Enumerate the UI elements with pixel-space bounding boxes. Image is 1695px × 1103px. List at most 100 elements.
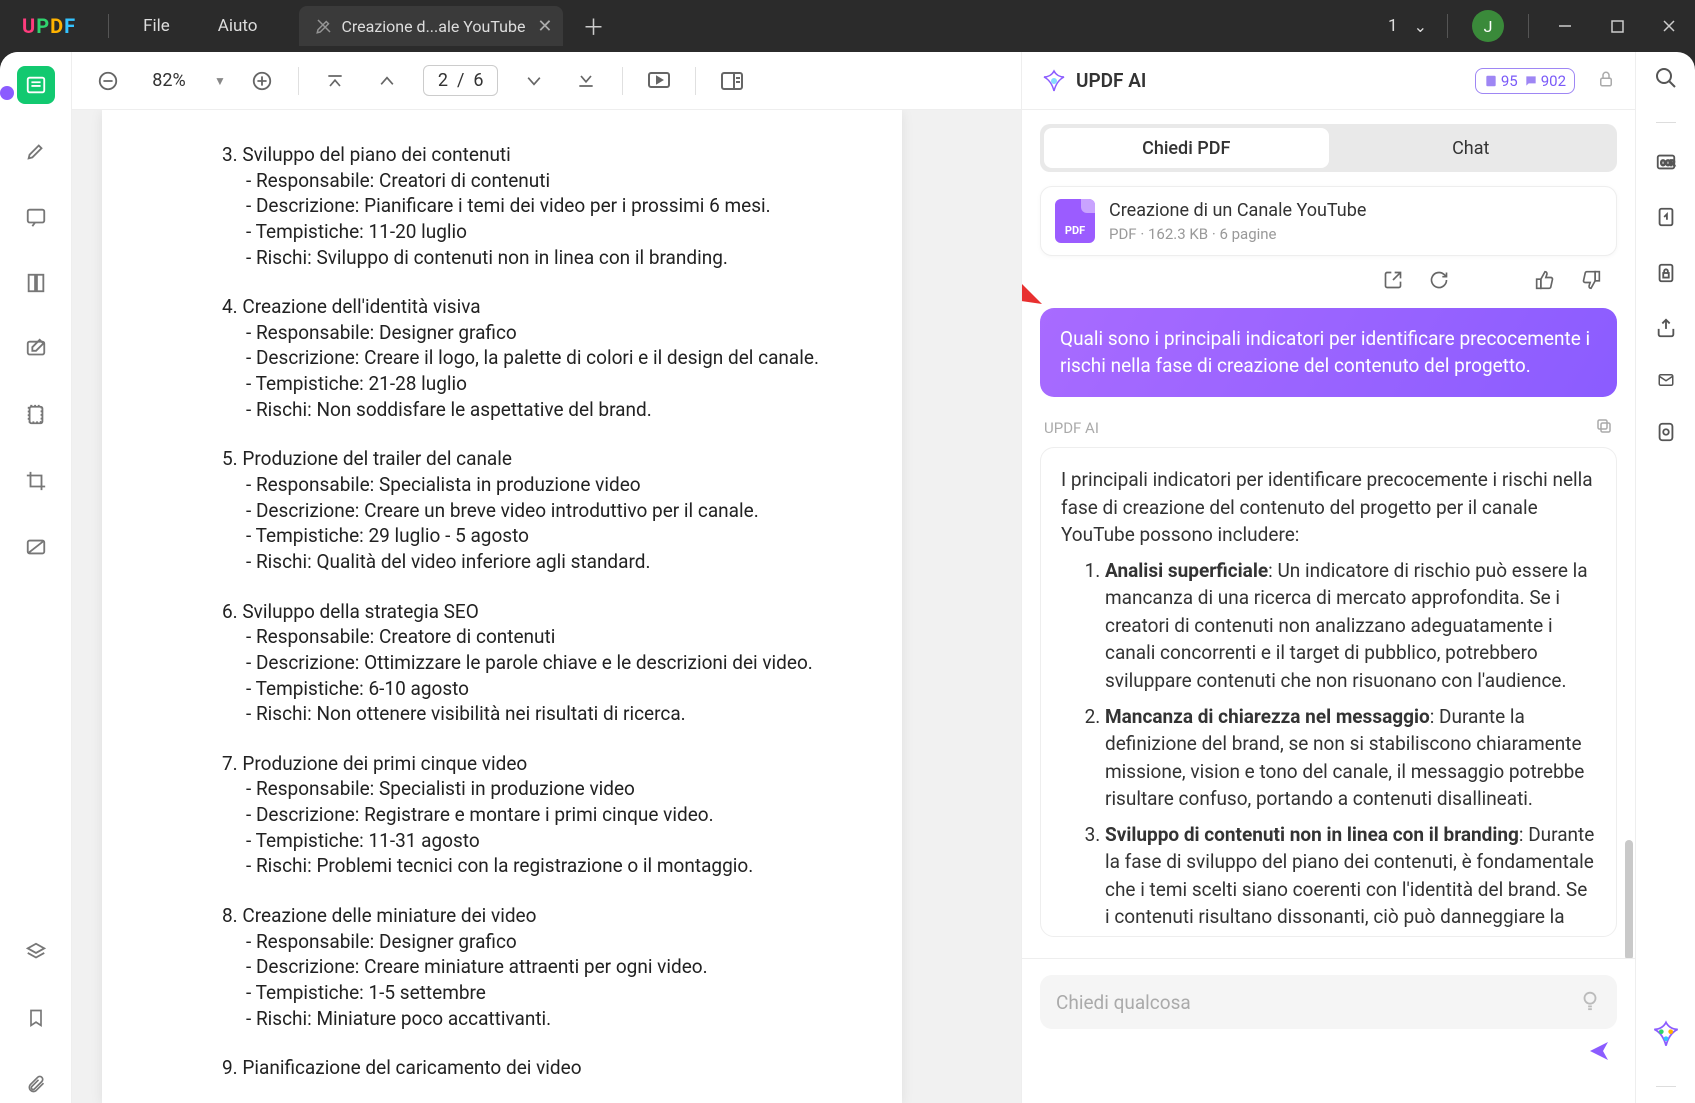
zoom-in-button[interactable] [246,65,278,97]
top-toolbar: 82% ▼ 2 / 6 [72,52,1021,110]
highlight-tool[interactable] [17,132,55,170]
chat-credit-icon [1524,74,1538,88]
section-line: - Descrizione: Creare un breve video int… [142,498,862,524]
ai-answer: I principali indicatori per identificare… [1040,447,1617,937]
section-line: - Responsabile: Designer grafico [142,929,862,955]
ai-input-field[interactable] [1056,991,1579,1014]
ai-scrollbar[interactable] [1625,840,1633,958]
export-icon[interactable] [1383,270,1403,294]
panel-toggle-button[interactable] [716,65,748,97]
page-tool[interactable] [17,264,55,302]
send-button[interactable] [1587,1039,1611,1067]
section-heading: 3. Sviluppo del piano dei contenuti [142,142,862,168]
answer-intro: I principali indicatori per identificare… [1061,466,1596,549]
ai-response-label: UPDF AI [1044,419,1099,437]
ai-panel: UPDF AI 95 902 Chiedi PDF Chat Creazione… [1021,52,1635,1103]
email-icon[interactable] [1655,371,1677,393]
copy-icon[interactable] [1595,417,1613,439]
updf-corner-logo-icon[interactable] [1652,1020,1680,1048]
layers-tool[interactable] [17,933,55,971]
tab-close-icon[interactable]: ✕ [537,16,552,37]
idea-icon[interactable] [1579,989,1601,1015]
page-indicator[interactable]: 2 / 6 [423,65,499,96]
presentation-button[interactable] [643,65,675,97]
section-line: - Descrizione: Creare miniature attraent… [142,954,862,980]
separator [108,14,109,38]
section-heading: 8. Creazione delle miniature dei video [142,903,862,929]
menu-file[interactable]: File [119,16,194,36]
zoom-level: 82% [144,70,194,91]
ai-title: UPDF AI [1076,69,1475,92]
user-avatar[interactable]: J [1472,10,1504,42]
section-line: - Descrizione: Pianificare i temi dei vi… [142,193,862,219]
doc-section: 9. Pianificazione del caricamento dei vi… [142,1055,862,1081]
last-page-button[interactable] [570,65,602,97]
crop-tool[interactable] [17,462,55,500]
document-page: 3. Sviluppo del piano dei contenuti- Res… [102,110,902,1103]
updf-ai-logo-icon [1042,69,1066,93]
left-toolbar [0,52,72,1103]
main-area: 82% ▼ 2 / 6 3. Sviluppo del piano dei co… [72,52,1021,1103]
mode-ask-pdf[interactable]: Chiedi PDF [1044,128,1329,168]
edge-indicator [0,86,14,100]
comment-tool[interactable] [17,198,55,236]
export-page-icon[interactable] [1655,205,1677,233]
forms-tool[interactable] [17,396,55,434]
section-line: - Tempistiche: 11-31 agosto [142,828,862,854]
section-line: - Responsabile: Creatore di contenuti [142,624,862,650]
section-line: - Tempistiche: 6-10 agosto [142,676,862,702]
document-viewer[interactable]: 3. Sviluppo del piano dei contenuti- Res… [72,110,1021,1103]
section-heading: 7. Produzione dei primi cinque video [142,751,862,777]
refresh-icon[interactable] [1429,270,1449,294]
answer-item: Mancanza di chiarezza nel messaggio: Dur… [1105,703,1596,813]
ocr-icon[interactable]: OCR [1654,151,1678,177]
menu-help[interactable]: Aiuto [194,16,282,36]
prev-page-button[interactable] [371,65,403,97]
ai-input-area [1022,958,1635,1103]
doc-section: 7. Produzione dei primi cinque video- Re… [142,751,862,879]
next-page-button[interactable] [518,65,550,97]
separator [1447,14,1448,38]
edit-tool[interactable] [17,330,55,368]
section-heading: 9. Pianificazione del caricamento dei vi… [142,1055,862,1081]
window-close-button[interactable] [1643,5,1695,47]
thumbs-down-icon[interactable] [1581,270,1601,294]
zoom-dropdown-icon[interactable]: ▼ [214,74,226,88]
no-edit-icon [315,17,333,35]
lock-icon[interactable] [1597,70,1615,92]
bookmark-tool[interactable] [17,999,55,1037]
page-total: 6 [473,70,483,91]
protect-icon[interactable] [1655,261,1677,289]
window-maximize-button[interactable] [1591,5,1643,47]
thumbs-up-icon[interactable] [1535,270,1555,294]
ai-credits[interactable]: 95 902 [1475,68,1575,94]
ai-file-card[interactable]: Creazione di un Canale YouTube PDF · 162… [1040,186,1617,256]
page-current: 2 [438,70,448,91]
zoom-out-button[interactable] [92,65,124,97]
print-icon[interactable] [1655,421,1677,447]
new-tab-button[interactable]: ＋ [583,10,605,42]
mode-chat[interactable]: Chat [1329,128,1614,168]
document-tab[interactable]: Creazione d...ale YouTube ✕ [299,6,562,46]
window-minimize-button[interactable] [1539,5,1591,47]
redact-tool[interactable] [17,528,55,566]
search-icon[interactable] [1654,66,1678,94]
share-icon[interactable] [1655,317,1677,343]
section-line: - Responsabile: Creatori di contenuti [142,168,862,194]
svg-text:OCR: OCR [1660,159,1675,168]
reader-tool[interactable] [17,66,55,104]
section-line: - Descrizione: Ottimizzare le parole chi… [142,650,862,676]
separator [1656,1086,1676,1087]
tab-label: Creazione d...ale YouTube [341,17,525,36]
window-count[interactable]: 1 [1382,16,1404,36]
doc-section: 6. Sviluppo della strategia SEO- Respons… [142,599,862,727]
chevron-down-icon[interactable]: ⌄ [1404,17,1437,36]
ai-input-box[interactable] [1040,975,1617,1029]
first-page-button[interactable] [319,65,351,97]
ai-header: UPDF AI 95 902 [1022,52,1635,110]
doc-credit-icon [1484,74,1498,88]
file-meta: PDF · 162.3 KB · 6 pagine [1109,225,1366,243]
attachment-tool[interactable] [17,1065,55,1103]
section-line: - Rischi: Non ottenere visibilità nei ri… [142,701,862,727]
section-line: - Rischi: Sviluppo di contenuti non in l… [142,245,862,271]
